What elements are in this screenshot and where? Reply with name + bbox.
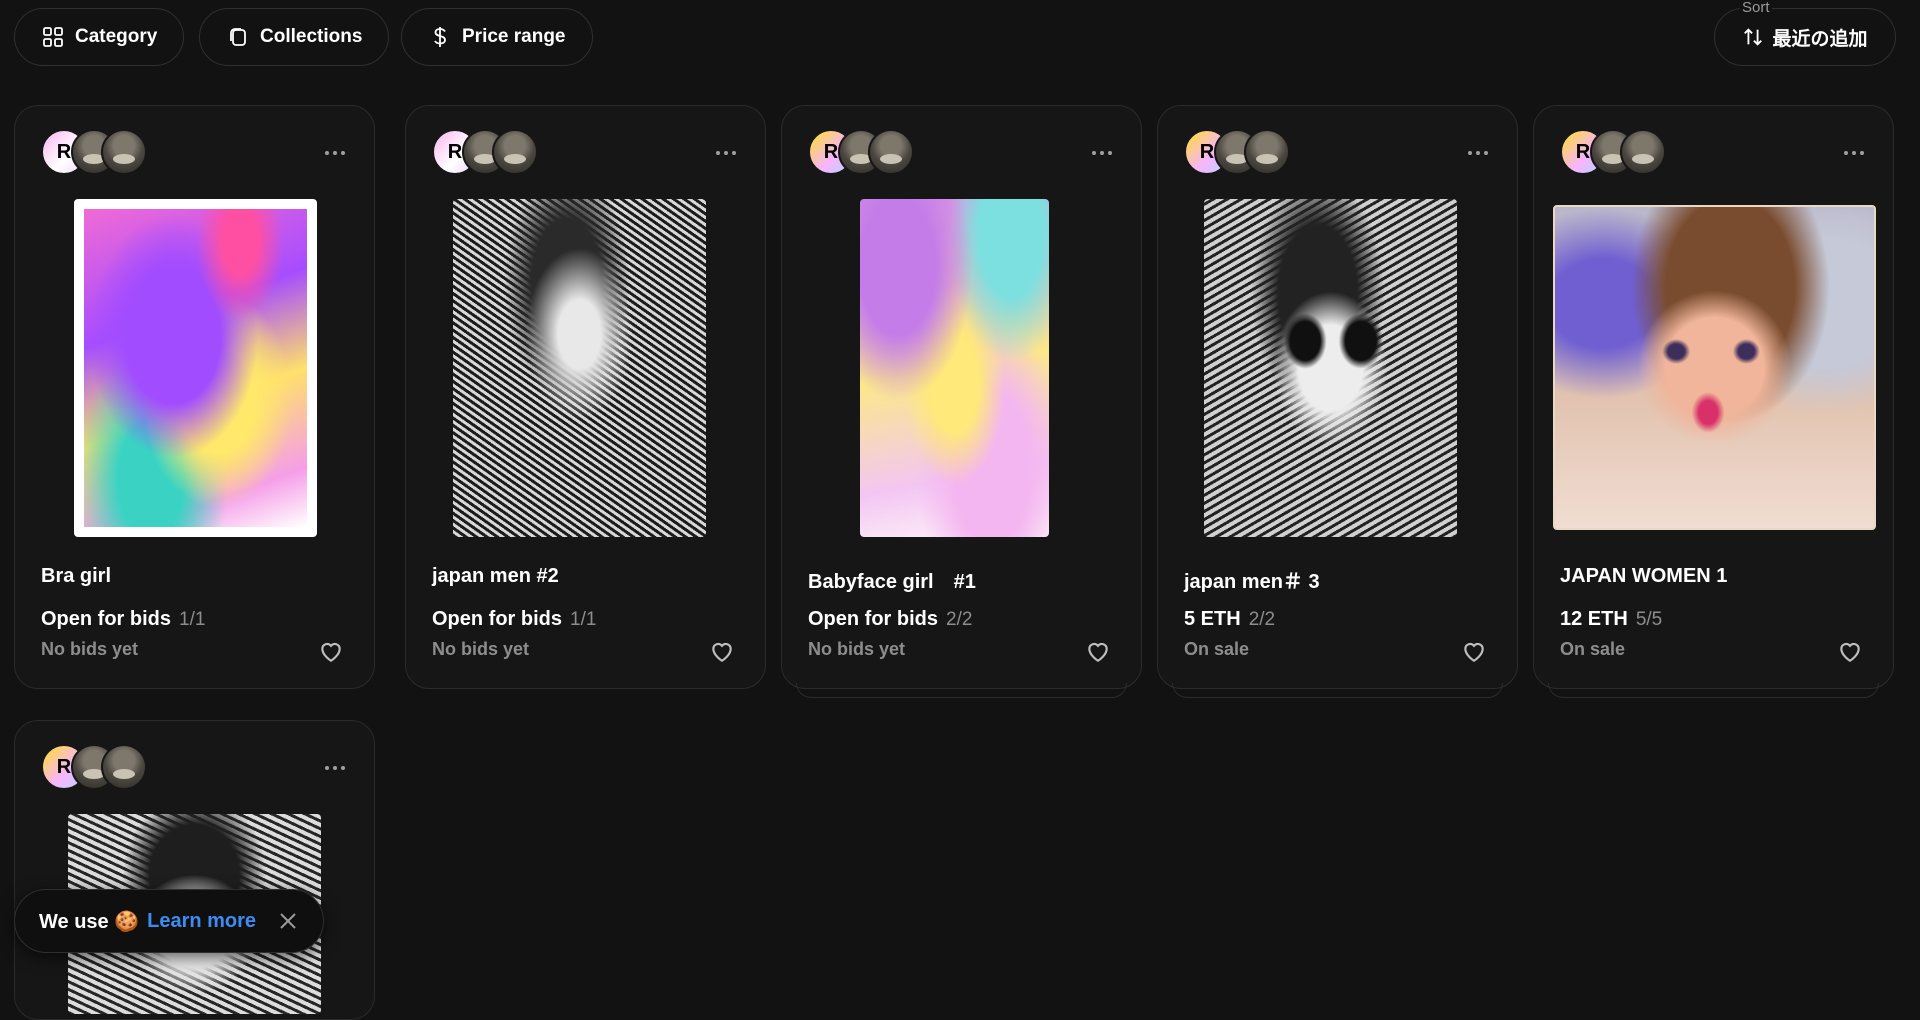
sort-button[interactable]: 最近の追加 [1714, 8, 1896, 66]
nft-card[interactable]: R [14, 720, 375, 1020]
collections-filter-label: Collections [260, 26, 363, 47]
price-range-filter-label: Price range [462, 26, 566, 47]
edition-count: 1/1 [570, 609, 597, 630]
heart-icon[interactable] [709, 639, 735, 663]
price-label: Open for bids [808, 608, 938, 630]
edition-count: 5/5 [1635, 609, 1663, 630]
close-icon[interactable] [278, 911, 298, 931]
artwork-image[interactable] [74, 199, 317, 537]
more-options-icon[interactable] [322, 146, 348, 160]
owner-avatars: R [41, 129, 147, 175]
price-label: 5 ETH [1184, 608, 1241, 630]
card-title[interactable]: Babyface girl #1 [808, 565, 976, 594]
price-label: 12 ETH [1560, 608, 1628, 630]
grid-icon [43, 27, 63, 47]
edition-count: 2/2 [1248, 609, 1276, 630]
card-title[interactable]: JAPAN WOMEN 1 [1560, 565, 1727, 588]
artwork-image[interactable] [1553, 205, 1876, 530]
owner-avatars: R [808, 129, 914, 175]
heart-icon[interactable] [1837, 639, 1863, 663]
avatar[interactable] [101, 129, 147, 175]
avatar[interactable] [1244, 129, 1290, 175]
heart-icon[interactable] [318, 639, 344, 663]
sort-value: 最近の追加 [1772, 28, 1868, 50]
card-price: Open for bids 1/1 [41, 608, 205, 631]
owner-avatars: R [1184, 129, 1290, 175]
nft-card[interactable]: R JAPAN WOMEN 1 12 ETH 5/5 On sale [1533, 105, 1894, 698]
card-title[interactable]: japan men＃ 3 [1184, 565, 1320, 594]
cookie-text: We use 🍪 [39, 910, 140, 933]
avatar[interactable] [868, 129, 914, 175]
card-title[interactable]: japan men #2 [432, 565, 559, 588]
avatar[interactable] [101, 744, 147, 790]
nft-card[interactable]: R japan men＃ 3 5 ETH 2/2 On sale [1157, 105, 1518, 698]
owner-avatars: R [41, 744, 147, 790]
cookie-banner: We use 🍪 Learn more [14, 889, 324, 953]
owner-avatars: R [432, 129, 538, 175]
heart-icon[interactable] [1085, 639, 1111, 663]
edition-count: 2/2 [946, 609, 973, 630]
avatar[interactable] [492, 129, 538, 175]
artwork-image[interactable] [860, 199, 1049, 537]
nft-card[interactable]: R japan men #2 Open for bids 1/1 No bids … [405, 105, 766, 689]
artwork-image[interactable] [1204, 199, 1457, 537]
more-options-icon[interactable] [1465, 146, 1491, 160]
category-filter-label: Category [75, 26, 158, 47]
nft-card[interactable]: R Bra girl Open for bids 1/1 No bids yet [14, 105, 375, 689]
learn-more-link[interactable]: Learn more [147, 910, 256, 933]
sort-label: Sort [1740, 0, 1772, 16]
card-price: 5 ETH 2/2 [1184, 608, 1275, 631]
filter-bar: Category Collections Price range 最近の追加 S… [0, 0, 1920, 80]
collections-filter-button[interactable]: Collections [199, 8, 390, 66]
card-price: 12 ETH 5/5 [1560, 608, 1662, 631]
more-options-icon[interactable] [713, 146, 739, 160]
price-label: Open for bids [432, 608, 562, 630]
category-filter-button[interactable]: Category [14, 8, 185, 66]
dollar-icon [434, 27, 446, 47]
card-title[interactable]: Bra girl [41, 565, 111, 588]
more-options-icon[interactable] [322, 761, 348, 775]
bid-status: No bids yet [432, 639, 530, 659]
sale-status: On sale [1184, 639, 1250, 659]
artwork-image[interactable] [453, 199, 706, 537]
owner-avatars: R [1560, 129, 1666, 175]
card-price: Open for bids 2/2 [808, 608, 972, 631]
collections-icon [230, 28, 246, 46]
more-options-icon[interactable] [1089, 146, 1115, 160]
bid-status: No bids yet [41, 639, 139, 659]
more-options-icon[interactable] [1841, 146, 1867, 160]
sale-status: On sale [1560, 639, 1626, 659]
heart-icon[interactable] [1461, 639, 1487, 663]
bid-status: No bids yet [808, 639, 906, 659]
edition-count: 1/1 [179, 609, 206, 630]
nft-card[interactable]: R Babyface girl #1 Open for bids 2/2 No b… [781, 105, 1142, 698]
card-price: Open for bids 1/1 [432, 608, 596, 631]
sort-arrows-icon [1744, 28, 1763, 46]
avatar[interactable] [1620, 129, 1666, 175]
price-label: Open for bids [41, 608, 171, 630]
price-range-filter-button[interactable]: Price range [401, 8, 593, 66]
